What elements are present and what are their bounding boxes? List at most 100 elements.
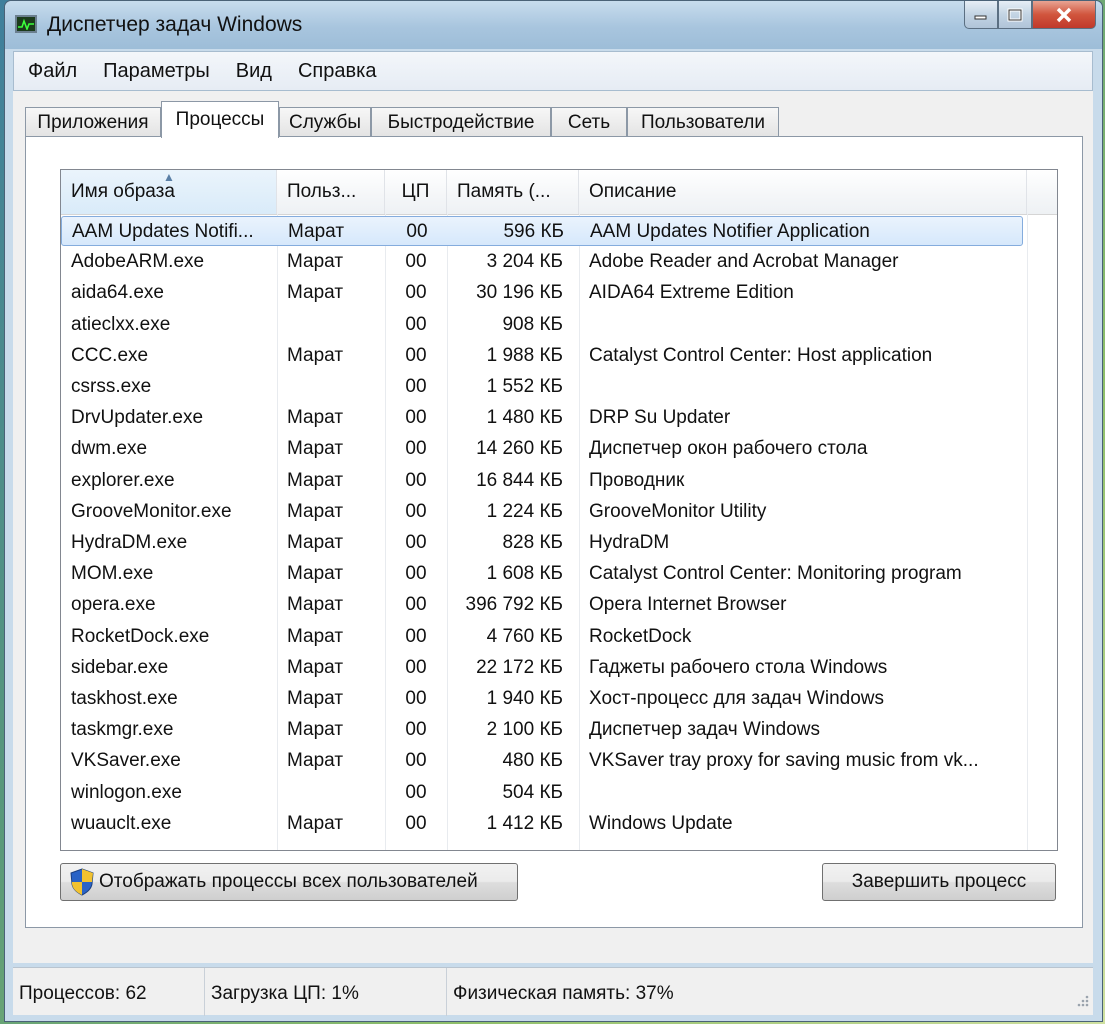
table-row[interactable]: opera.exe Марат 00 396 792 КБ Opera Internet… (61, 590, 1023, 620)
minimize-icon (974, 15, 987, 19)
process-description-cell (589, 310, 1009, 340)
menu-help[interactable]: Справка (298, 60, 376, 83)
column-header-cpu[interactable]: ЦП (385, 170, 447, 214)
table-row[interactable]: dwm.exe Марат 00 14 260 КБ Диспетчер окон ра… (61, 434, 1023, 464)
process-name-cell: atieclxx.exe (71, 313, 171, 335)
process-user-cell: Марат (287, 594, 344, 616)
menu-view[interactable]: Вид (236, 60, 272, 83)
close-button[interactable] (1032, 1, 1096, 29)
client-area: Приложения Процессы Службы Быстродействи… (13, 91, 1093, 963)
process-name-cell: taskhost.exe (71, 688, 178, 709)
process-user-cell (287, 778, 387, 808)
process-user-cell: Марат (287, 563, 344, 585)
process-user-cell: Марат (287, 407, 344, 429)
column-header-image-name[interactable]: ▲ Имя образа (61, 170, 277, 214)
table-row[interactable]: csrss.exe 00 1 552 КБ (61, 372, 1023, 402)
list-header: ▲ Имя образа Польз... ЦП Память (... Опи… (61, 170, 1057, 215)
table-row[interactable]: taskhost.exe Марат 00 1 940 КБ Хост-процесс … (61, 684, 1023, 714)
tab-applications[interactable]: Приложения (25, 107, 161, 137)
window-title: Диспетчер задач Windows (47, 13, 303, 36)
process-name-cell: AdobeARM.exe (71, 251, 205, 273)
table-row[interactable]: MOM.exe Марат 00 1 608 КБ Catalyst Control C… (61, 559, 1023, 589)
process-cpu-cell: 00 (405, 781, 427, 803)
menu-options[interactable]: Параметры (103, 60, 210, 83)
process-cpu-cell: 00 (405, 251, 427, 273)
process-description-cell: Windows Update (589, 812, 733, 834)
table-row[interactable]: VKSaver.exe Марат 00 480 КБ VKSaver tray pro… (61, 746, 1023, 776)
process-memory-cell: 596 КБ (503, 221, 564, 242)
table-row[interactable]: explorer.exe Марат 00 16 844 КБ Проводник (61, 466, 1023, 496)
table-row[interactable]: CCC.exe Марат 00 1 988 КБ Catalyst Control C… (61, 341, 1023, 371)
process-cpu-cell: 00 (405, 625, 427, 647)
table-row[interactable]: AdobeARM.exe Марат 00 3 204 КБ Adobe Reader … (61, 247, 1023, 277)
status-cpu-usage: Загрузка ЦП: 1% (205, 968, 447, 1016)
tab-services[interactable]: Службы (279, 107, 371, 137)
menu-file[interactable]: Файл (28, 60, 77, 83)
table-row[interactable]: taskmgr.exe Марат 00 2 100 КБ Диспетчер зада… (61, 715, 1023, 745)
process-user-cell: Марат (287, 625, 344, 647)
table-row[interactable]: AAM Updates Notifi... Марат 00 596 КБ AAM Up… (61, 216, 1023, 246)
end-process-button[interactable]: Завершить процесс (822, 863, 1056, 901)
tab-users[interactable]: Пользователи (627, 107, 779, 137)
table-row[interactable]: wuauclt.exe Марат 00 1 412 КБ Windows Update (61, 809, 1023, 839)
process-name-cell: opera.exe (71, 594, 156, 616)
tab-processes[interactable]: Процессы (161, 101, 279, 138)
table-row[interactable]: HydraDM.exe Марат 00 828 КБ HydraDM (61, 528, 1023, 558)
column-header-memory[interactable]: Память (... (447, 170, 579, 214)
process-cpu-cell: 00 (405, 344, 427, 366)
process-memory-cell: 1 480 КБ (486, 407, 563, 429)
process-description-cell: Диспетчер окон рабочего стола (589, 438, 868, 460)
process-name-cell: MOM.exe (71, 563, 154, 585)
process-memory-cell: 504 КБ (502, 781, 563, 803)
column-header-user[interactable]: Польз... (277, 170, 385, 214)
process-description-cell: Catalyst Control Center: Monitoring prog… (589, 563, 962, 585)
process-description-cell: Opera Internet Browser (589, 594, 787, 616)
process-cpu-cell: 00 (405, 532, 427, 553)
process-name-cell: CCC.exe (71, 344, 149, 366)
maximize-icon (1007, 8, 1023, 21)
task-manager-icon (15, 15, 37, 33)
process-memory-cell: 2 100 КБ (486, 719, 563, 741)
process-cpu-cell: 00 (405, 376, 427, 397)
process-name-cell: DrvUpdater.exe (71, 407, 204, 429)
minimize-button[interactable] (964, 1, 998, 29)
maximize-button[interactable] (998, 1, 1032, 29)
process-cpu-cell: 00 (405, 313, 427, 335)
process-description-cell: RocketDock (589, 625, 692, 647)
menu-bar: Файл Параметры Вид Справка (13, 51, 1093, 91)
process-memory-cell: 396 792 КБ (465, 594, 564, 616)
column-header-description[interactable]: Описание (579, 170, 1027, 214)
process-list[interactable]: ▲ Имя образа Польз... ЦП Память (... Опи… (60, 169, 1058, 851)
process-cpu-cell: 00 (405, 719, 427, 741)
show-all-users-button[interactable]: Отображать процессы всех пользователей (60, 863, 518, 901)
sort-ascending-icon: ▲ (163, 170, 175, 184)
table-row[interactable]: sidebar.exe Марат 00 22 172 КБ Гаджеты рабоч… (61, 653, 1023, 683)
process-name-cell: dwm.exe (71, 438, 148, 460)
table-row[interactable]: GrooveMonitor.exe Марат 00 1 224 КБ GrooveMo… (61, 497, 1023, 527)
table-row[interactable]: aida64.exe Марат 00 30 196 КБ AIDA64 Extreme… (61, 278, 1023, 308)
process-cpu-cell: 00 (405, 750, 427, 772)
tab-performance[interactable]: Быстродействие (371, 107, 551, 137)
process-memory-cell: 908 КБ (502, 313, 563, 335)
process-user-cell (287, 372, 387, 402)
column-header-filler (1027, 170, 1057, 214)
process-name-cell: AAM Updates Notifi... (72, 221, 254, 242)
title-bar[interactable]: Диспетчер задач Windows (5, 1, 1102, 49)
table-row[interactable]: RocketDock.exe Марат 00 4 760 КБ RocketDock (61, 622, 1023, 652)
process-name-cell: csrss.exe (71, 376, 152, 397)
table-row[interactable]: DrvUpdater.exe Марат 00 1 480 КБ DRP Su Upda… (61, 403, 1023, 433)
show-all-users-label: Отображать процессы всех пользователей (99, 871, 478, 892)
table-row[interactable]: winlogon.exe 00 504 КБ (61, 778, 1023, 808)
caption-buttons (964, 1, 1096, 31)
process-description-cell: GrooveMonitor Utility (589, 500, 767, 522)
resize-grip-icon[interactable] (1075, 992, 1089, 1011)
status-process-count: Процессов: 62 (13, 968, 205, 1016)
tab-networking[interactable]: Сеть (551, 107, 627, 137)
process-name-cell: sidebar.exe (71, 656, 169, 678)
task-manager-window: Диспетчер задач Windows Файл Параметры В… (4, 0, 1103, 1022)
status-physical-memory: Физическая память: 37% (453, 983, 674, 1004)
process-user-cell: Марат (287, 469, 344, 491)
table-row[interactable]: atieclxx.exe 00 908 КБ (61, 310, 1023, 340)
process-user-cell: Марат (288, 221, 345, 242)
process-name-cell: GrooveMonitor.exe (71, 500, 232, 522)
